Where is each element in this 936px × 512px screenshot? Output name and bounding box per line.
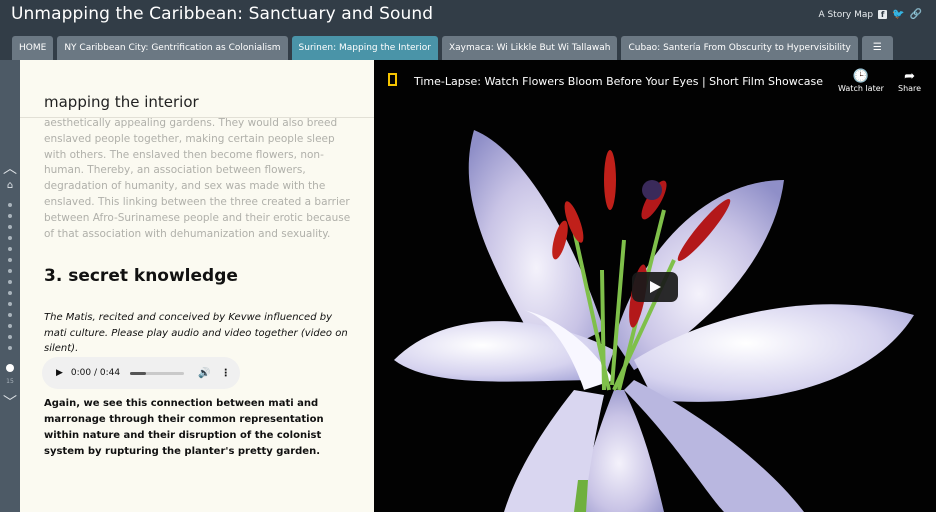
play-icon[interactable]: ▶ [56, 368, 63, 378]
share-button[interactable]: ➦ Share [898, 69, 921, 93]
rail-dot[interactable] [8, 203, 12, 207]
tab-home[interactable]: HOME [12, 36, 54, 60]
rail-dot[interactable] [8, 324, 12, 328]
watch-later-label: Watch later [838, 84, 884, 93]
tab-bar: HOME NY Caribbean City: Gentrification a… [12, 36, 893, 60]
section-navigation-rail: ︿ ⌂ 15 ﹀ [0, 60, 20, 512]
list-icon: ☰ [872, 42, 882, 53]
rail-dot[interactable] [8, 280, 12, 284]
story-title: Unmapping the Caribbean: Sanctuary and S… [11, 4, 434, 24]
volume-icon[interactable]: 🔊 [198, 368, 210, 379]
rail-dot[interactable] [8, 335, 12, 339]
narrative-panel: aesthetically appealing gardens. They wo… [20, 60, 374, 512]
italic-note: The Matis, recited and conceived by Kevw… [44, 312, 348, 355]
video-title[interactable]: Time-Lapse: Watch Flowers Bloom Before Y… [414, 75, 823, 88]
video-play-button[interactable] [632, 272, 678, 302]
audio-progress-bar[interactable] [130, 371, 185, 375]
rail-dot[interactable] [8, 247, 12, 251]
audio-time: 0:00 / 0:44 [70, 368, 121, 378]
audio-progress-fill [130, 371, 147, 375]
tab-menu-button[interactable]: ☰ [861, 36, 893, 60]
section-heading: mapping the interior [44, 93, 199, 111]
story-map-link[interactable]: A Story Map [818, 10, 873, 20]
subsection-heading: 3. secret knowledge [44, 266, 238, 286]
share-icon: ➦ [904, 69, 915, 84]
video-embed[interactable]: Time-Lapse: Watch Flowers Bloom Before Y… [374, 60, 936, 512]
tab-cubao[interactable]: Cubao: Santería From Obscurity to Hyperv… [621, 36, 858, 60]
link-icon[interactable]: 🔗 [910, 9, 922, 20]
chevron-down-icon[interactable]: ﹀ [2, 392, 18, 412]
rail-dot[interactable] [8, 302, 12, 306]
rail-current-number: 15 [6, 378, 14, 385]
rail-dot[interactable] [8, 346, 12, 350]
rail-dot[interactable] [8, 225, 12, 229]
chevron-up-icon[interactable]: ︿ [2, 158, 18, 178]
national-geographic-logo [388, 73, 397, 86]
story-map-header: Unmapping the Caribbean: Sanctuary and S… [0, 0, 936, 60]
rail-dot[interactable] [8, 236, 12, 240]
section-divider [20, 117, 374, 118]
faded-paragraph: aesthetically appealing gardens. They wo… [44, 117, 351, 240]
rail-dot-current[interactable] [6, 364, 14, 372]
rail-dot[interactable] [8, 214, 12, 218]
rail-dot[interactable] [8, 258, 12, 262]
tab-ny-caribbean-city[interactable]: NY Caribbean City: Gentrification as Col… [57, 36, 288, 60]
rail-dot[interactable] [8, 291, 12, 295]
share-label: Share [898, 84, 922, 93]
facebook-icon[interactable]: f [878, 10, 888, 19]
brand-area: A Story Map f 🐦 🔗 [818, 9, 922, 20]
tab-surinen[interactable]: Surinen: Mapping the Interior [291, 36, 438, 60]
rail-dot[interactable] [8, 313, 12, 317]
bold-paragraph: Again, we see this connection between ma… [44, 398, 324, 457]
clock-icon: 🕒 [852, 69, 870, 84]
play-icon [650, 281, 661, 293]
home-icon[interactable]: ⌂ [4, 180, 16, 191]
audio-player: ▶ 0:00 / 0:44 🔊 ⋮ [42, 357, 240, 389]
twitter-icon[interactable]: 🐦 [892, 9, 904, 20]
watch-later-button[interactable]: 🕒 Watch later [838, 69, 884, 93]
tab-xaymaca[interactable]: Xaymaca: Wi Likkle But Wi Tallawah [441, 36, 618, 60]
rail-dot[interactable] [8, 269, 12, 273]
more-options-icon[interactable]: ⋮ [221, 368, 231, 379]
